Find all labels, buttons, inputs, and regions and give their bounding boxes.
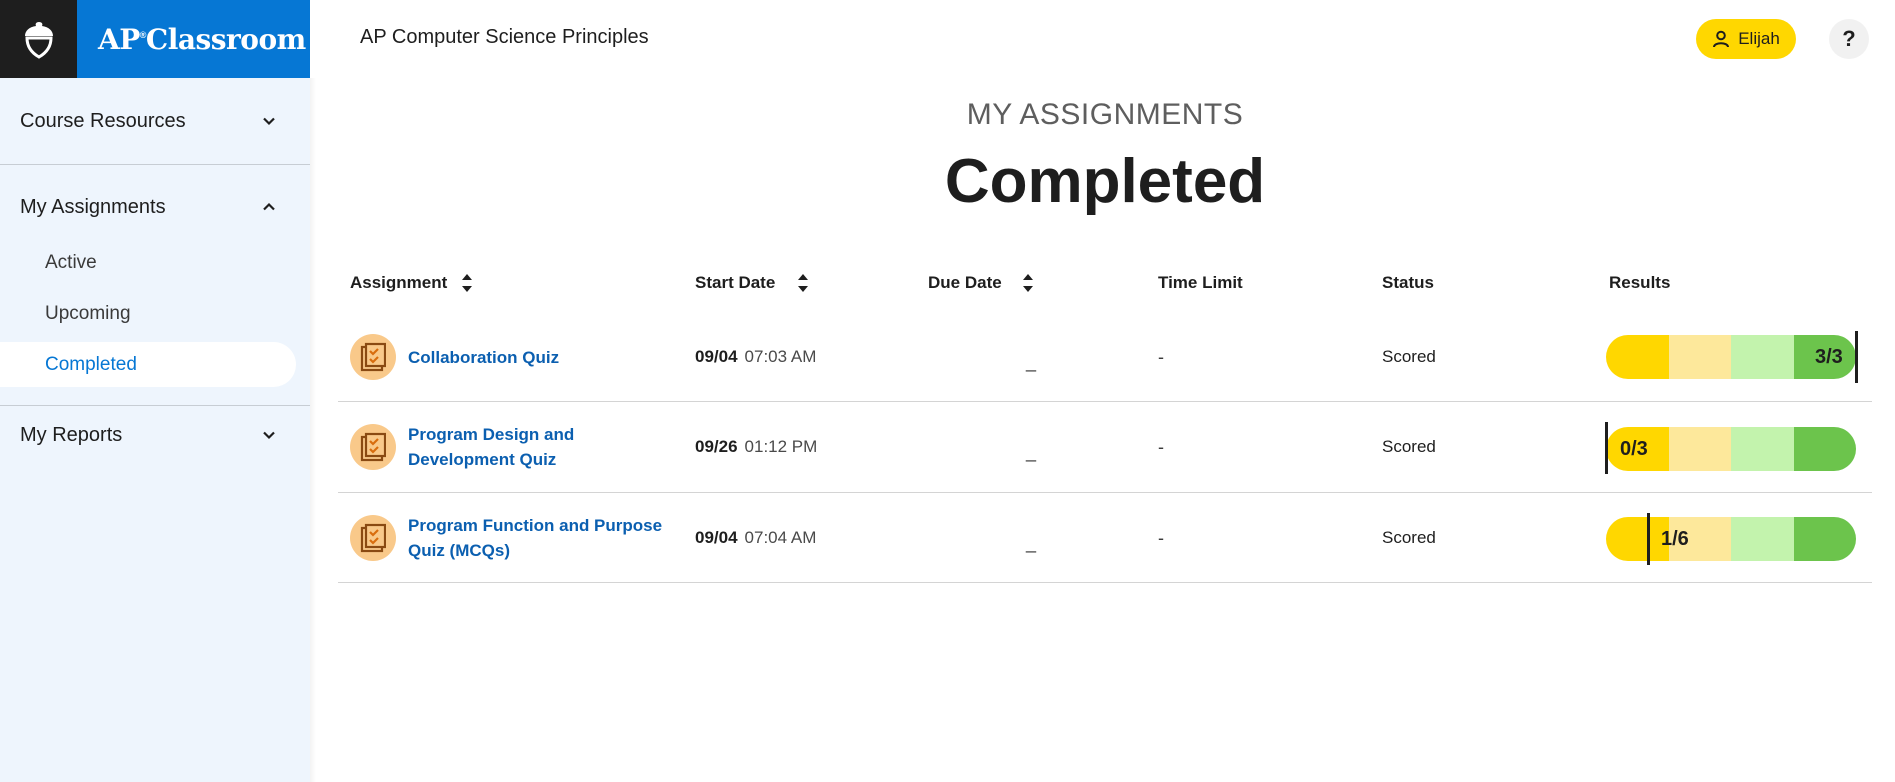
quiz-checklist-icon xyxy=(350,334,396,380)
result-segment xyxy=(1731,517,1794,561)
nav-my-assignments[interactable]: My Assignments xyxy=(0,164,310,250)
column-header-label: Start Date xyxy=(695,273,776,292)
nav-my-assignments-label: My Assignments xyxy=(20,195,166,218)
chevron-down-icon xyxy=(263,117,275,126)
assignment-link[interactable]: Program Design and Development Quiz xyxy=(408,422,670,472)
column-header-status: Status xyxy=(1382,270,1434,296)
nav-course-resources-label: Course Resources xyxy=(20,109,186,132)
time-limit: - xyxy=(1158,346,1164,367)
result-segment xyxy=(1793,427,1856,471)
start-date-cell: 09/04 07:03 AM xyxy=(695,312,816,402)
start-day: 09/04 xyxy=(695,347,738,366)
start-time: 01:12 PM xyxy=(744,437,818,456)
acorn-logo-icon xyxy=(0,0,77,78)
quiz-checklist-icon xyxy=(350,515,396,561)
assignment-cell: Program Design and Development Quiz xyxy=(350,402,670,492)
sort-icon[interactable] xyxy=(797,273,809,293)
start-date-cell: 09/26 01:12 PM xyxy=(695,402,817,492)
help-button[interactable]: ? xyxy=(1829,19,1869,59)
due-date: _ xyxy=(1026,532,1037,553)
nav-item-completed[interactable]: Completed xyxy=(0,342,296,387)
status-text: Scored xyxy=(1382,437,1436,456)
result-marker xyxy=(1605,422,1608,474)
result-score: 1/6 xyxy=(1661,527,1689,550)
result-marker xyxy=(1647,513,1650,565)
row-divider xyxy=(338,582,1872,583)
course-title: AP Computer Science Principles xyxy=(360,26,649,48)
column-header-label: Results xyxy=(1609,273,1671,292)
time-limit: - xyxy=(1158,527,1164,548)
due-date: _ xyxy=(1026,351,1037,372)
column-header-due-date[interactable]: Due Date xyxy=(928,270,1034,296)
sort-icon[interactable] xyxy=(461,273,473,293)
nav-course-resources[interactable]: Course Resources xyxy=(0,78,310,164)
result-segment xyxy=(1793,517,1856,561)
column-header-results: Results xyxy=(1609,270,1670,296)
start-date-cell: 09/04 07:04 AM xyxy=(695,493,816,583)
page-kicker: MY ASSIGNMENTS xyxy=(966,98,1244,131)
brand-name: AP ® Classroom xyxy=(98,22,306,56)
result-segment xyxy=(1606,517,1669,561)
column-header-label: Due Date xyxy=(928,273,1002,292)
column-header-start-date[interactable]: Start Date xyxy=(695,270,809,296)
result-segment xyxy=(1731,335,1794,379)
quiz-checklist-icon xyxy=(350,424,396,470)
user-name: Elijah xyxy=(1738,29,1780,48)
time-limit: - xyxy=(1158,436,1164,457)
result-segment xyxy=(1606,335,1669,379)
due-date: _ xyxy=(1026,441,1037,462)
sidebar-shadow xyxy=(310,78,316,782)
sort-icon[interactable] xyxy=(1022,273,1034,293)
start-time: 07:04 AM xyxy=(744,528,817,547)
column-header-time-limit: Time Limit xyxy=(1158,270,1243,296)
column-header-label: Assignment xyxy=(350,273,448,292)
chevron-down-icon xyxy=(263,431,275,440)
assignment-link[interactable]: Program Function and Purpose Quiz (MCQs) xyxy=(408,513,670,563)
page-title: Completed xyxy=(944,147,1266,216)
user-menu-button[interactable]: Elijah xyxy=(1696,19,1796,59)
user-icon xyxy=(1713,30,1730,48)
nav-my-reports-label: My Reports xyxy=(20,423,123,446)
nav-item-active[interactable]: Active xyxy=(0,240,97,285)
result-segment xyxy=(1731,427,1794,471)
result-segment xyxy=(1668,427,1731,471)
assignment-link[interactable]: Collaboration Quiz xyxy=(408,345,670,370)
nav-my-reports[interactable]: My Reports xyxy=(0,392,310,478)
result-marker xyxy=(1855,331,1858,383)
result-score: 0/3 xyxy=(1620,437,1648,460)
nav-item-upcoming[interactable]: Upcoming xyxy=(0,291,131,336)
assignment-cell: Program Function and Purpose Quiz (MCQs) xyxy=(350,493,670,583)
start-day: 09/04 xyxy=(695,528,738,547)
chevron-up-icon xyxy=(263,202,275,211)
result-score: 3/3 xyxy=(1815,345,1843,368)
brand-header[interactable]: AP ® Classroom xyxy=(0,0,310,78)
column-header-label: Status xyxy=(1382,273,1434,292)
start-time: 07:03 AM xyxy=(744,347,817,366)
result-bar xyxy=(1606,517,1856,561)
start-day: 09/26 xyxy=(695,437,738,456)
status-text: Scored xyxy=(1382,347,1436,366)
result-segment xyxy=(1668,335,1731,379)
sidebar: AP ® Classroom Course Resources My Assignm… xyxy=(0,0,310,782)
column-header-assignment[interactable]: Assignment xyxy=(350,270,473,296)
column-header-label: Time Limit xyxy=(1158,273,1243,292)
assignment-cell: Collaboration Quiz xyxy=(350,312,670,402)
status-text: Scored xyxy=(1382,528,1436,547)
